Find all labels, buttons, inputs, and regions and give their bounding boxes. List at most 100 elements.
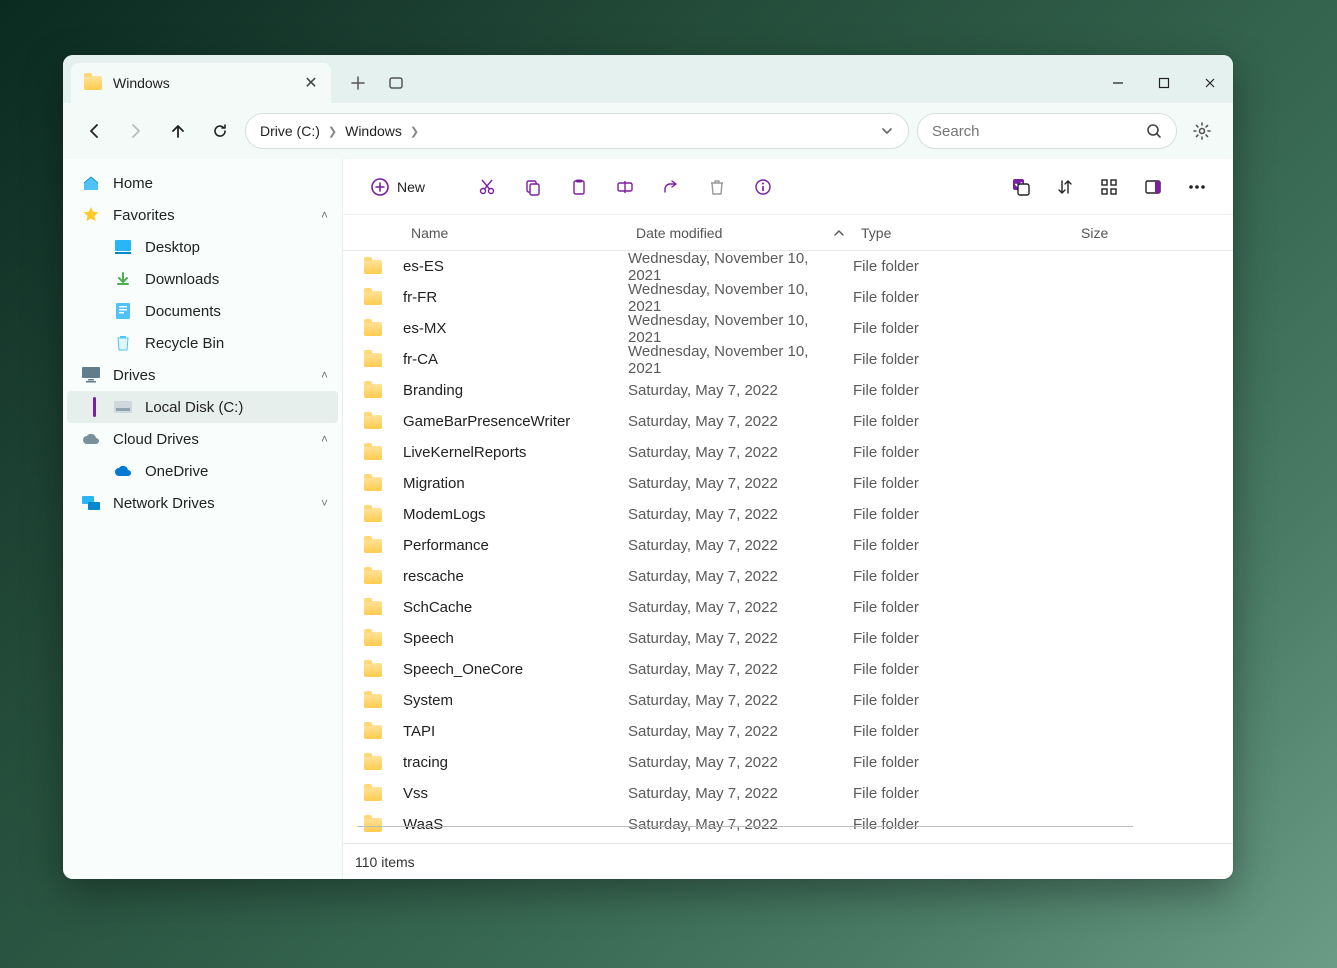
table-row[interactable]: TAPISaturday, May 7, 2022File folder bbox=[343, 716, 1233, 747]
chevron-down-icon[interactable]: ˅ bbox=[321, 496, 328, 510]
chevron-up-icon[interactable]: ˄ bbox=[321, 432, 328, 446]
sidebar-item-home[interactable]: Home bbox=[67, 167, 338, 199]
table-row[interactable]: VssSaturday, May 7, 2022File folder bbox=[343, 778, 1233, 809]
minimize-button[interactable] bbox=[1095, 63, 1141, 103]
file-date: Saturday, May 7, 2022 bbox=[628, 630, 853, 647]
view-button[interactable] bbox=[1089, 170, 1129, 204]
sidebar-item-documents[interactable]: Documents bbox=[67, 295, 338, 327]
sidebar-item-label: Network Drives bbox=[113, 495, 215, 512]
table-row[interactable]: WaaSSaturday, May 7, 2022File folder bbox=[343, 809, 1233, 840]
select-button[interactable] bbox=[1001, 170, 1041, 204]
sort-button[interactable] bbox=[1045, 170, 1085, 204]
tab-windows[interactable]: Windows ✕ bbox=[71, 63, 331, 103]
sidebar-item-label: Recycle Bin bbox=[145, 335, 224, 352]
sidebar-item-onedrive[interactable]: OneDrive bbox=[67, 455, 338, 487]
settings-button[interactable] bbox=[1185, 121, 1219, 141]
file-type: File folder bbox=[853, 289, 1073, 306]
tab-overview-button[interactable] bbox=[387, 74, 405, 92]
search-box[interactable] bbox=[917, 113, 1177, 149]
folder-icon bbox=[364, 756, 382, 770]
properties-button[interactable] bbox=[743, 170, 783, 204]
search-icon[interactable] bbox=[1146, 123, 1162, 139]
cut-button[interactable] bbox=[467, 170, 507, 204]
file-date: Saturday, May 7, 2022 bbox=[628, 537, 853, 554]
breadcrumb-part[interactable]: Windows bbox=[345, 123, 402, 139]
search-input[interactable] bbox=[932, 123, 1162, 140]
file-name: Migration bbox=[403, 475, 628, 492]
sidebar-item-label: Drives bbox=[113, 367, 156, 384]
close-window-button[interactable] bbox=[1187, 63, 1233, 103]
folder-icon bbox=[364, 725, 382, 739]
file-type: File folder bbox=[853, 537, 1073, 554]
table-row[interactable]: SchCacheSaturday, May 7, 2022File folder bbox=[343, 592, 1233, 623]
file-name: Performance bbox=[403, 537, 628, 554]
table-row[interactable]: SpeechSaturday, May 7, 2022File folder bbox=[343, 623, 1233, 654]
column-date[interactable]: Date modified bbox=[628, 225, 853, 241]
table-row[interactable]: GameBarPresenceWriterSaturday, May 7, 20… bbox=[343, 406, 1233, 437]
titlebar: Windows ✕ bbox=[63, 55, 1233, 103]
column-name[interactable]: Name bbox=[403, 225, 628, 241]
table-row[interactable]: LiveKernelReportsSaturday, May 7, 2022Fi… bbox=[343, 437, 1233, 468]
main-panel: New Name bbox=[343, 159, 1233, 879]
rename-button[interactable] bbox=[605, 170, 645, 204]
chevron-up-icon[interactable]: ˄ bbox=[321, 208, 328, 222]
file-name: Vss bbox=[403, 785, 628, 802]
sidebar-item-downloads[interactable]: Downloads bbox=[67, 263, 338, 295]
back-button[interactable] bbox=[77, 114, 111, 148]
recyclebin-icon bbox=[113, 335, 133, 351]
chevron-up-icon[interactable]: ˄ bbox=[321, 368, 328, 382]
breadcrumb-dropdown[interactable] bbox=[880, 124, 894, 138]
column-size[interactable]: Size bbox=[1073, 225, 1233, 241]
table-row[interactable]: rescacheSaturday, May 7, 2022File folder bbox=[343, 561, 1233, 592]
delete-button[interactable] bbox=[697, 170, 737, 204]
table-row[interactable]: ModemLogsSaturday, May 7, 2022File folde… bbox=[343, 499, 1233, 530]
file-name: rescache bbox=[403, 568, 628, 585]
maximize-button[interactable] bbox=[1141, 63, 1187, 103]
file-date: Saturday, May 7, 2022 bbox=[628, 413, 853, 430]
more-button[interactable] bbox=[1177, 170, 1217, 204]
file-date: Saturday, May 7, 2022 bbox=[628, 785, 853, 802]
breadcrumb[interactable]: Drive (C:) ❯ Windows ❯ bbox=[245, 113, 909, 149]
file-type: File folder bbox=[853, 351, 1073, 368]
column-type[interactable]: Type bbox=[853, 225, 1073, 241]
forward-button[interactable] bbox=[119, 114, 153, 148]
tab-title: Windows bbox=[113, 75, 170, 91]
folder-icon bbox=[364, 353, 382, 367]
table-row[interactable]: PerformanceSaturday, May 7, 2022File fol… bbox=[343, 530, 1233, 561]
table-row[interactable]: es-ESWednesday, November 10, 2021File fo… bbox=[343, 251, 1233, 282]
download-icon bbox=[113, 271, 133, 287]
sidebar-item-favorites[interactable]: Favorites ˄ bbox=[67, 199, 338, 231]
sidebar-item-drives[interactable]: Drives ˄ bbox=[67, 359, 338, 391]
table-row[interactable]: fr-CAWednesday, November 10, 2021File fo… bbox=[343, 344, 1233, 375]
table-row[interactable]: es-MXWednesday, November 10, 2021File fo… bbox=[343, 313, 1233, 344]
table-row[interactable]: Speech_OneCoreSaturday, May 7, 2022File … bbox=[343, 654, 1233, 685]
sidebar-item-localdisk-c[interactable]: Local Disk (C:) bbox=[67, 391, 338, 423]
new-button[interactable]: New bbox=[359, 170, 437, 204]
breadcrumb-part[interactable]: Drive (C:) bbox=[260, 123, 320, 139]
table-row[interactable]: MigrationSaturday, May 7, 2022File folde… bbox=[343, 468, 1233, 499]
table-row[interactable]: BrandingSaturday, May 7, 2022File folder bbox=[343, 375, 1233, 406]
new-tab-button[interactable] bbox=[349, 74, 367, 92]
file-list[interactable]: es-ESWednesday, November 10, 2021File fo… bbox=[343, 251, 1233, 843]
sidebar-item-desktop[interactable]: Desktop bbox=[67, 231, 338, 263]
table-row[interactable]: SystemSaturday, May 7, 2022File folder bbox=[343, 685, 1233, 716]
table-row[interactable]: fr-FRWednesday, November 10, 2021File fo… bbox=[343, 282, 1233, 313]
file-type: File folder bbox=[853, 475, 1073, 492]
share-button[interactable] bbox=[651, 170, 691, 204]
sidebar-item-recyclebin[interactable]: Recycle Bin bbox=[67, 327, 338, 359]
folder-icon bbox=[364, 787, 382, 801]
up-button[interactable] bbox=[161, 114, 195, 148]
file-type: File folder bbox=[853, 785, 1073, 802]
preview-pane-button[interactable] bbox=[1133, 170, 1173, 204]
paste-button[interactable] bbox=[559, 170, 599, 204]
table-row[interactable]: tracingSaturday, May 7, 2022File folder bbox=[343, 747, 1233, 778]
copy-button[interactable] bbox=[513, 170, 553, 204]
file-name: fr-FR bbox=[403, 289, 628, 306]
sidebar-item-cloud[interactable]: Cloud Drives ˄ bbox=[67, 423, 338, 455]
sidebar-item-label: Home bbox=[113, 175, 153, 192]
file-type: File folder bbox=[853, 723, 1073, 740]
refresh-button[interactable] bbox=[203, 114, 237, 148]
close-tab-button[interactable]: ✕ bbox=[303, 73, 319, 93]
file-name: Speech_OneCore bbox=[403, 661, 628, 678]
sidebar-item-network[interactable]: Network Drives ˅ bbox=[67, 487, 338, 519]
